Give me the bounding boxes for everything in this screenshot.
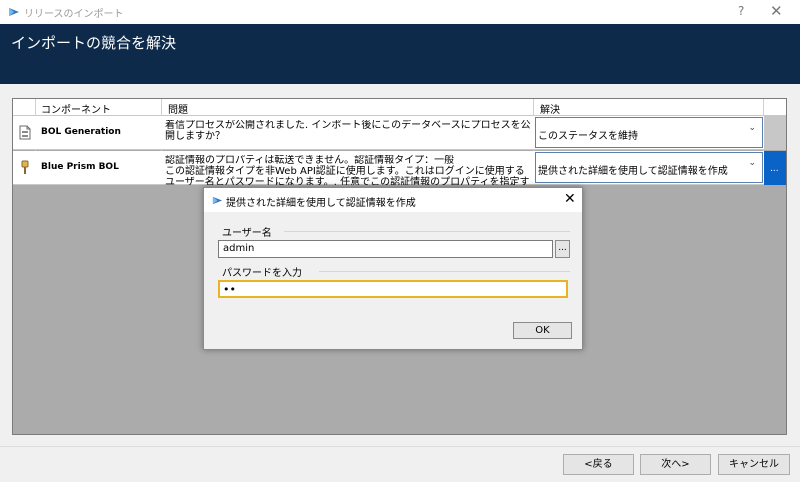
blue-prism-icon: [212, 196, 223, 205]
username-browse-button[interactable]: ...: [555, 240, 570, 258]
issue-text: 認証情報のプロパティは転送できません。認証情報タイプ：一般 この認証情報タイプを…: [165, 155, 530, 185]
create-credential-dialog: 提供された詳細を使用して認証情報を作成 ✕ ユーザー名 admin ... パス…: [203, 187, 583, 350]
password-label: パスワードを入力: [222, 268, 302, 279]
component-name: Blue Prism BOL: [41, 162, 119, 172]
dialog-close-button[interactable]: ✕: [564, 191, 576, 207]
resolution-value: このステータスを維持: [538, 131, 638, 142]
chevron-down-icon: ⌄: [748, 123, 756, 133]
cancel-button[interactable]: キャンセル: [718, 454, 790, 475]
window-title: リリースのインポート: [24, 9, 124, 20]
resolution-value: 提供された詳細を使用して認証情報を作成: [538, 166, 728, 177]
resolution-select[interactable]: 提供された詳細を使用して認証情報を作成 ⌄: [535, 152, 763, 183]
dialog-title: 提供された詳細を使用して認証情報を作成: [226, 198, 416, 209]
password-input[interactable]: ••: [218, 280, 568, 298]
column-header-component[interactable]: コンポーネント: [41, 101, 111, 116]
resolution-options-button[interactable]: ...: [764, 151, 786, 185]
username-label: ユーザー名: [222, 228, 272, 239]
table-row[interactable]: Blue Prism BOL 認証情報のプロパティは転送できません。認証情報タイ…: [13, 151, 786, 185]
username-value: admin: [223, 243, 255, 254]
chevron-down-icon: ⌄: [748, 158, 756, 168]
component-name: BOL Generation: [41, 127, 121, 137]
page-title: インポートの競合を解決: [11, 34, 177, 52]
ok-button[interactable]: OK: [513, 322, 572, 339]
table-row[interactable]: BOL Generation 着信プロセスが公開されました. インポート後にこの…: [13, 116, 786, 150]
resolution-options-button[interactable]: [764, 116, 786, 150]
group-divider: [284, 231, 570, 232]
blue-prism-icon: [9, 8, 19, 16]
page-header: インポートの競合を解決: [0, 24, 800, 84]
process-icon: [19, 125, 31, 140]
password-value: ••: [223, 283, 236, 296]
column-header-resolution[interactable]: 解決: [540, 101, 560, 116]
dialog-titlebar: 提供された詳細を使用して認証情報を作成 ✕: [204, 188, 582, 212]
next-button[interactable]: 次へ>: [640, 454, 711, 475]
username-input[interactable]: admin: [218, 240, 553, 258]
footer-divider: [0, 446, 800, 447]
resolution-select[interactable]: このステータスを維持 ⌄: [535, 117, 763, 148]
window-titlebar: リリースのインポート ? ✕: [0, 0, 800, 24]
ellipsis-label: ...: [770, 164, 779, 174]
object-icon: [21, 160, 29, 174]
window-close-button[interactable]: ✕: [770, 2, 783, 20]
grid-header: コンポーネント 問題 解決: [13, 99, 786, 116]
column-header-issue[interactable]: 問題: [168, 101, 188, 116]
back-button[interactable]: <戻る: [563, 454, 634, 475]
issue-text: 着信プロセスが公開されました. インポート後にこのデータベースにプロセスを公開し…: [165, 120, 531, 142]
group-divider: [319, 271, 570, 272]
help-button[interactable]: ?: [738, 4, 744, 18]
